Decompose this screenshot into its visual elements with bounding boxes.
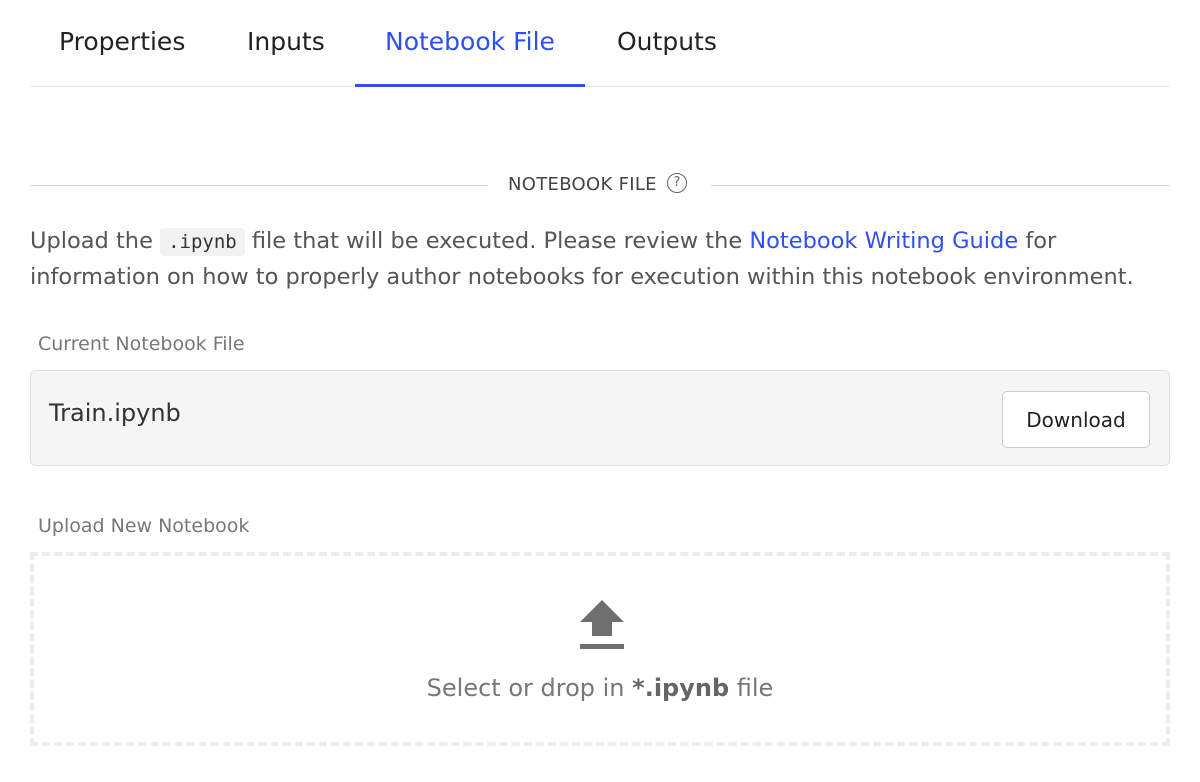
divider-line-right: [711, 185, 1170, 186]
download-button[interactable]: Download: [1002, 391, 1150, 448]
upload-notebook-label: Upload New Notebook: [38, 515, 250, 537]
current-notebook-panel: Train.ipynb Download: [30, 370, 1170, 466]
description-prefix: Upload the: [30, 228, 161, 254]
tab-inputs[interactable]: Inputs: [247, 0, 325, 86]
divider-line-left: [30, 185, 488, 186]
tab-notebook-file[interactable]: Notebook File: [355, 0, 585, 87]
description-text: Upload the .ipynb file that will be exec…: [30, 224, 1190, 295]
dropzone-text: Select or drop in *.ipynb file: [34, 674, 1166, 702]
section-divider: NOTEBOOK FILE ?: [30, 172, 1170, 200]
notebook-writing-guide-link[interactable]: Notebook Writing Guide: [749, 228, 1018, 254]
dropzone-text-prefix: Select or drop in: [426, 674, 633, 702]
current-notebook-label: Current Notebook File: [38, 333, 245, 355]
tab-properties[interactable]: Properties: [59, 0, 185, 86]
dropzone-text-suffix: file: [729, 674, 774, 702]
question-circle-icon[interactable]: ?: [667, 173, 687, 193]
file-extension-code: .ipynb: [160, 228, 245, 256]
description-middle: file that will be executed. Please revie…: [244, 228, 750, 254]
section-title: NOTEBOOK FILE: [508, 174, 657, 195]
dropzone-file-pattern: *.ipynb: [632, 674, 730, 702]
upload-icon: [580, 600, 624, 649]
current-file-name: Train.ipynb: [49, 399, 181, 427]
tab-bar: Properties Inputs Notebook File Outputs: [30, 0, 1170, 87]
upload-dropzone[interactable]: Select or drop in *.ipynb file: [30, 552, 1170, 746]
tab-outputs[interactable]: Outputs: [617, 0, 717, 86]
